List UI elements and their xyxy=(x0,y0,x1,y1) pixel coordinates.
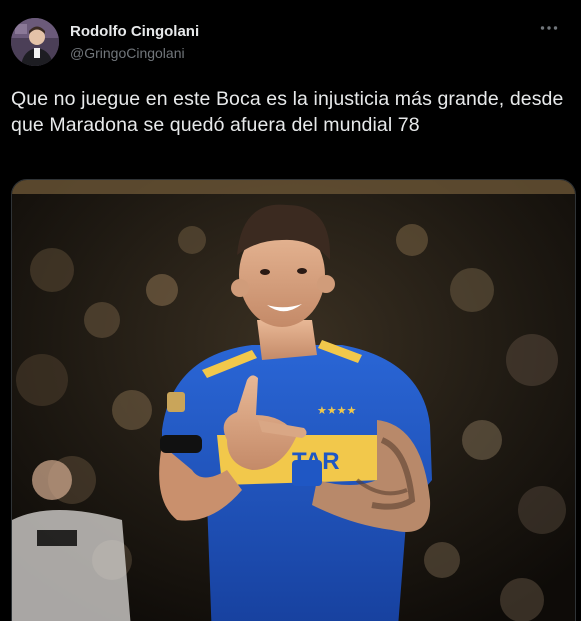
shirt-stars: ★★★★ xyxy=(317,404,357,417)
more-options-button[interactable] xyxy=(539,18,559,38)
tweet-header: Rodolfo Cingolani @GringoCingolani xyxy=(11,18,581,68)
tweet-text: Que no juegue en este Boca es la injusti… xyxy=(11,88,564,136)
handle[interactable]: @GringoCingolani xyxy=(70,44,199,62)
tweet: Rodolfo Cingolani @GringoCingolani Que n… xyxy=(0,0,581,621)
avatar[interactable] xyxy=(11,18,59,66)
tweet-media-photo[interactable]: TAR ★★★★ xyxy=(11,179,576,621)
user-info[interactable]: Rodolfo Cingolani @GringoCingolani xyxy=(70,23,199,62)
display-name[interactable]: Rodolfo Cingolani xyxy=(70,23,199,41)
player-photo: TAR ★★★★ xyxy=(12,180,575,621)
more-options-icon xyxy=(540,26,558,30)
